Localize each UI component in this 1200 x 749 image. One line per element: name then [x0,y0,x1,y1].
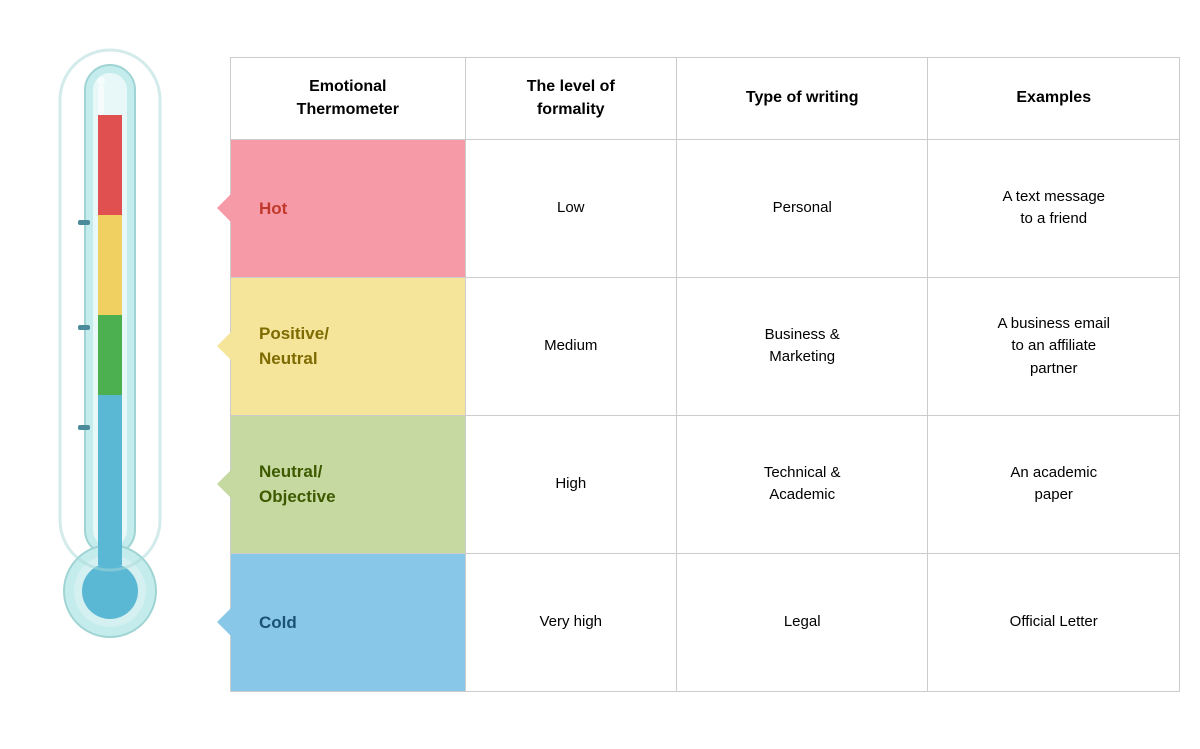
cell-formality-neu: High [465,415,676,553]
cell-type-cold: Legal [676,553,928,691]
cell-example-neu: An academicpaper [928,415,1180,553]
table-row-cold: ColdVery highLegalOfficial Letter [231,553,1180,691]
cell-formality-pos: Medium [465,277,676,415]
table-row-hot: HotLowPersonalA text messageto a friend [231,139,1180,277]
header-type: Type of writing [676,58,928,140]
header-examples: Examples [928,58,1180,140]
thermometer-svg [30,35,190,715]
cell-example-cold: Official Letter [928,553,1180,691]
cell-type-hot: Personal [676,139,928,277]
cell-example-hot: A text messageto a friend [928,139,1180,277]
formality-table: EmotionalThermometer The level offormali… [230,57,1180,692]
cell-emotion-hot: Hot [231,139,466,277]
thermometer-wrap [20,25,200,725]
table-row-neu: Neutral/ObjectiveHighTechnical &Academic… [231,415,1180,553]
cell-example-pos: A business emailto an affiliatepartner [928,277,1180,415]
cell-type-neu: Technical &Academic [676,415,928,553]
cell-formality-hot: Low [465,139,676,277]
header-formality: The level offormality [465,58,676,140]
cell-emotion-cold: Cold [231,553,466,691]
cell-emotion-neu: Neutral/Objective [231,415,466,553]
cell-type-pos: Business &Marketing [676,277,928,415]
main-container: EmotionalThermometer The level offormali… [0,0,1200,749]
table-header-row: EmotionalThermometer The level offormali… [231,58,1180,140]
cell-emotion-pos: Positive/Neutral [231,277,466,415]
cell-formality-cold: Very high [465,553,676,691]
header-emotion: EmotionalThermometer [231,58,466,140]
table-wrap: EmotionalThermometer The level offormali… [230,20,1180,729]
table-row-pos: Positive/NeutralMediumBusiness &Marketin… [231,277,1180,415]
